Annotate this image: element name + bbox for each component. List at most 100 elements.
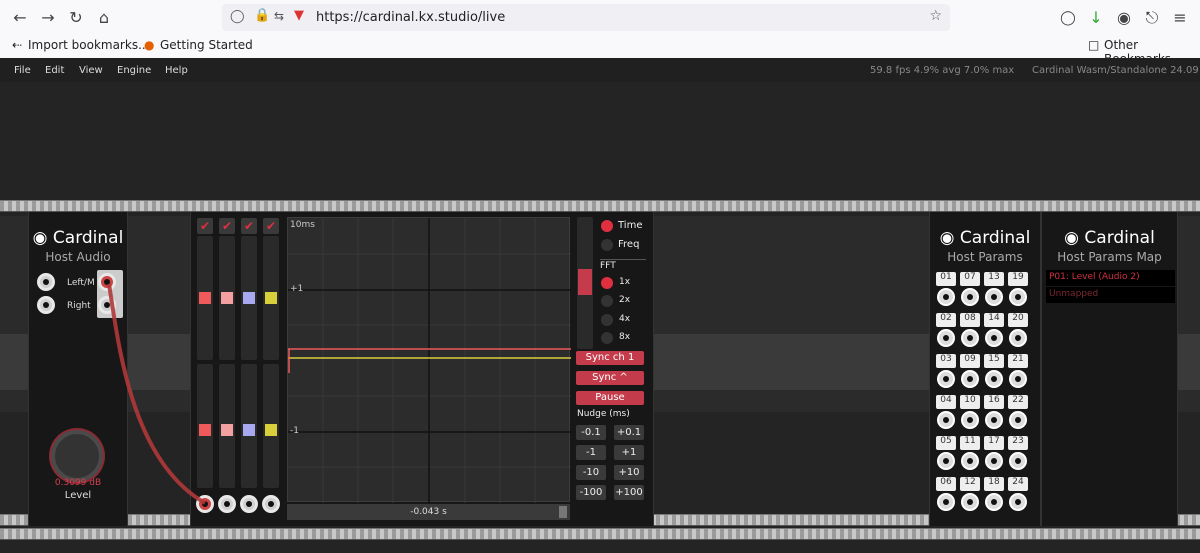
param-output-jack[interactable]: [985, 452, 1003, 470]
trigger-level-handle[interactable]: [578, 269, 592, 295]
time-radio[interactable]: [601, 220, 613, 232]
bookmark-getting-started[interactable]: Getting Started: [160, 38, 253, 52]
nudge-minus-0-1-button[interactable]: -0.1: [576, 425, 606, 440]
param-output-jack[interactable]: [937, 411, 955, 429]
channel-strip[interactable]: [219, 364, 235, 488]
nudge-plus-10-button[interactable]: +10: [614, 465, 644, 480]
channel-offset-handle[interactable]: [243, 292, 255, 304]
sync-button[interactable]: Sync ^: [576, 371, 644, 385]
fft-1x-radio[interactable]: [601, 277, 613, 289]
extensions-icon[interactable]: ⎋: [1140, 6, 1164, 30]
param-output-jack[interactable]: [985, 329, 1003, 347]
nudge-minus-10-button[interactable]: -10: [576, 465, 606, 480]
param-output-jack[interactable]: [937, 493, 955, 511]
param-output-jack[interactable]: [1009, 370, 1027, 388]
menu-view[interactable]: View: [79, 65, 103, 76]
channel-enable-checkbox[interactable]: ✔: [219, 218, 235, 234]
left-output-jack[interactable]: [98, 273, 116, 291]
back-icon[interactable]: ←: [8, 6, 32, 30]
host-params-map-module[interactable]: ◉ Cardinal Host Params Map P01: Level (A…: [1041, 212, 1178, 526]
param-output-jack[interactable]: [961, 452, 979, 470]
nudge-minus-100-button[interactable]: -100: [576, 485, 606, 500]
scope-display[interactable]: 10ms +1 -1: [287, 217, 571, 503]
freq-radio[interactable]: [601, 239, 613, 251]
bookmark-import[interactable]: Import bookmarks...: [28, 38, 150, 52]
nudge-plus-0-1-button[interactable]: +0.1: [614, 425, 644, 440]
lock-icon[interactable]: 🔒: [254, 8, 270, 23]
fft-2x-radio[interactable]: [601, 295, 613, 307]
param-output-jack[interactable]: [1009, 411, 1027, 429]
time-scrollbar-handle[interactable]: [559, 506, 567, 518]
channel-strip[interactable]: [197, 236, 213, 360]
pocket-icon[interactable]: ◯: [1056, 6, 1080, 30]
forward-icon[interactable]: →: [36, 6, 60, 30]
param-output-jack[interactable]: [961, 329, 979, 347]
menu-file[interactable]: File: [14, 65, 31, 76]
right-input-jack[interactable]: [37, 296, 55, 314]
param-output-jack[interactable]: [1009, 329, 1027, 347]
channel-strip[interactable]: [263, 236, 279, 360]
param-output-jack[interactable]: [961, 370, 979, 388]
channel-input-jack[interactable]: [240, 495, 258, 513]
import-bookmarks-icon[interactable]: ⇠: [12, 38, 22, 52]
host-params-module[interactable]: ◉ Cardinal Host Params 01 07 13 19 02 08 14 20 0…: [929, 212, 1041, 526]
microphone-icon[interactable]: ▼: [294, 8, 304, 23]
fft-8x-radio[interactable]: [601, 332, 613, 344]
param-output-jack[interactable]: [985, 493, 1003, 511]
level-knob[interactable]: [51, 430, 103, 482]
nudge-plus-100-button[interactable]: +100: [614, 485, 644, 500]
channel-scale-handle[interactable]: [243, 424, 255, 436]
param-output-jack[interactable]: [937, 329, 955, 347]
bookmark-star-icon[interactable]: ☆: [929, 8, 942, 24]
sync-channel-button[interactable]: Sync ch 1: [576, 351, 644, 365]
channel-enable-checkbox[interactable]: ✔: [263, 218, 279, 234]
permissions-icon[interactable]: ⇆: [274, 9, 284, 23]
channel-scale-handle[interactable]: [221, 424, 233, 436]
param-output-jack[interactable]: [961, 411, 979, 429]
downloads-icon[interactable]: ↓: [1084, 6, 1108, 30]
menu-icon[interactable]: ≡: [1168, 6, 1192, 30]
host-audio-module[interactable]: ◉ Cardinal Host Audio Left/M Right 0.309…: [28, 212, 128, 526]
trigger-level-slider[interactable]: [577, 217, 593, 349]
channel-strip[interactable]: [219, 236, 235, 360]
menu-engine[interactable]: Engine: [117, 65, 151, 76]
channel-enable-checkbox[interactable]: ✔: [197, 218, 213, 234]
account-icon[interactable]: ◉: [1112, 6, 1136, 30]
right-output-jack[interactable]: [98, 296, 116, 314]
channel-strip[interactable]: [241, 364, 257, 488]
channel-strip[interactable]: [197, 364, 213, 488]
channel-strip[interactable]: [263, 364, 279, 488]
url-bar[interactable]: ◯ 🔒 ⇆ ▼ https://cardinal.kx.studio/live …: [222, 4, 950, 31]
channel-offset-handle[interactable]: [221, 292, 233, 304]
reload-icon[interactable]: ↻: [64, 6, 88, 30]
channel-scale-handle[interactable]: [199, 424, 211, 436]
menu-edit[interactable]: Edit: [45, 65, 64, 76]
param-output-jack[interactable]: [961, 288, 979, 306]
fft-4x-radio[interactable]: [601, 314, 613, 326]
param-output-jack[interactable]: [985, 288, 1003, 306]
channel-input-jack[interactable]: [262, 495, 280, 513]
param-output-jack[interactable]: [1009, 288, 1027, 306]
home-icon[interactable]: ⌂: [92, 6, 116, 30]
time-position-bar[interactable]: -0.043 s: [287, 504, 570, 520]
channel-enable-checkbox[interactable]: ✔: [241, 218, 257, 234]
left-input-jack[interactable]: [37, 273, 55, 291]
nudge-minus-1-button[interactable]: -1: [576, 445, 606, 460]
param-output-jack[interactable]: [937, 370, 955, 388]
pause-button[interactable]: Pause: [576, 391, 644, 405]
param-output-jack[interactable]: [985, 370, 1003, 388]
channel-strip[interactable]: [241, 236, 257, 360]
param-output-jack[interactable]: [1009, 452, 1027, 470]
channel-input-jack[interactable]: [196, 495, 214, 513]
param-output-jack[interactable]: [937, 288, 955, 306]
param-map-unmapped[interactable]: Unmapped: [1046, 287, 1175, 303]
menu-help[interactable]: Help: [165, 65, 188, 76]
channel-scale-handle[interactable]: [265, 424, 277, 436]
param-output-jack[interactable]: [985, 411, 1003, 429]
channel-offset-handle[interactable]: [265, 292, 277, 304]
param-output-jack[interactable]: [961, 493, 979, 511]
channel-offset-handle[interactable]: [199, 292, 211, 304]
channel-input-jack[interactable]: [218, 495, 236, 513]
param-map-entry[interactable]: P01: Level (Audio 2): [1046, 270, 1175, 286]
param-output-jack[interactable]: [937, 452, 955, 470]
